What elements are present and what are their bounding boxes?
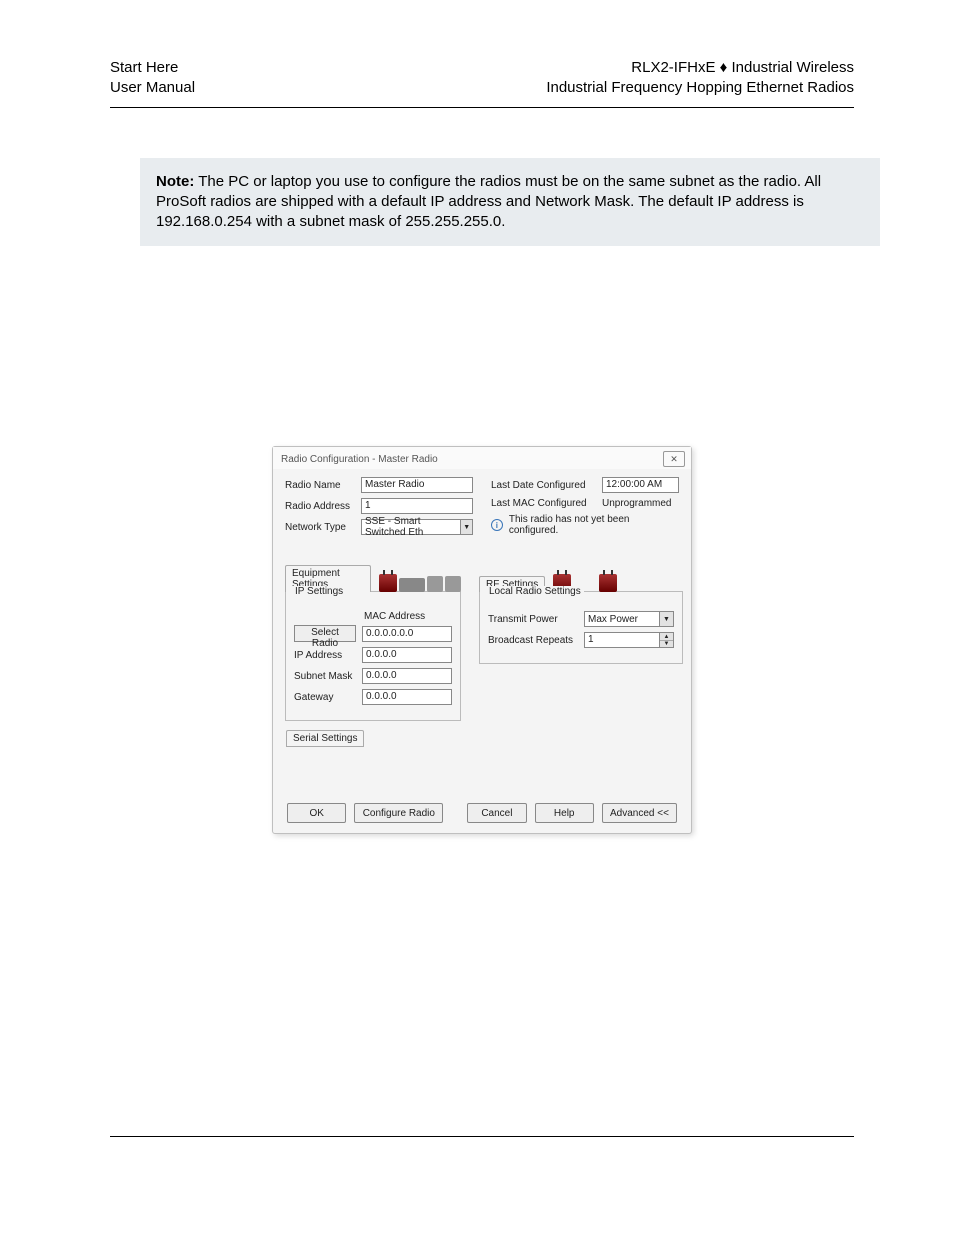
network-type-select[interactable]: SSE - Smart Switched Eth ▼	[361, 519, 473, 535]
last-date-label: Last Date Configured	[491, 480, 596, 491]
equipment-tab-icons	[379, 574, 461, 592]
top-fields: Radio Name Master Radio Radio Address 1 …	[285, 477, 679, 540]
header-rule	[110, 107, 854, 108]
radio-address-label: Radio Address	[285, 501, 355, 512]
serial-port-icon-2	[445, 576, 461, 592]
radio-config-dialog: Radio Configuration - Master Radio ✕ Rad…	[272, 446, 692, 834]
dialog-button-row: OK Configure Radio Cancel Help Advanced …	[285, 803, 679, 823]
transmit-power-label: Transmit Power	[488, 614, 578, 625]
equipment-tab-group: Equipment Settings IP Settings MAC Addre…	[285, 570, 461, 748]
broadcast-repeats-value: 1	[585, 633, 659, 647]
note-box: Note: The PC or laptop you use to config…	[140, 158, 880, 247]
radio-name-label: Radio Name	[285, 480, 355, 491]
chevron-down-icon: ▼	[659, 612, 673, 626]
transmit-power-value: Max Power	[588, 614, 638, 625]
serial-port-icon	[427, 576, 443, 592]
dialog-body: Radio Name Master Radio Radio Address 1 …	[273, 469, 691, 833]
cancel-button[interactable]: Cancel	[467, 803, 526, 823]
gateway-label: Gateway	[294, 692, 356, 703]
broadcast-repeats-label: Broadcast Repeats	[488, 635, 578, 646]
ip-address-label: IP Address	[294, 650, 356, 661]
advanced-button[interactable]: Advanced <<	[602, 803, 677, 823]
local-radio-fieldset: Local Radio Settings Transmit Power Max …	[479, 591, 683, 664]
last-mac-value: Unprogrammed	[602, 498, 679, 509]
info-text: This radio has not yet been configured.	[509, 514, 679, 536]
spin-up-icon[interactable]: ▲	[660, 633, 673, 641]
product-code: RLX2-IFHxE	[631, 59, 719, 76]
header-right-line2: Industrial Frequency Hopping Ethernet Ra…	[546, 78, 854, 98]
mac-address-input[interactable]: 0.0.0.0.0.0	[362, 626, 452, 642]
broadcast-repeats-spinner[interactable]: 1 ▲ ▼	[584, 632, 674, 648]
header-right-line1: RLX2-IFHxE ♦ Industrial Wireless	[546, 58, 854, 78]
dialog-title: Radio Configuration - Master Radio	[281, 454, 438, 465]
local-radio-legend: Local Radio Settings	[486, 586, 584, 597]
subnet-mask-input[interactable]: 0.0.0.0	[362, 668, 452, 684]
rf-tab-group: RF Settings Local Radio Settings Transmi…	[479, 570, 683, 748]
help-button[interactable]: Help	[535, 803, 594, 823]
spin-down-icon[interactable]: ▼	[660, 641, 673, 648]
select-radio-button[interactable]: Select Radio	[294, 625, 356, 642]
subnet-mask-label: Subnet Mask	[294, 671, 356, 682]
product-suffix: Industrial Wireless	[727, 59, 854, 76]
footer-rule	[110, 1136, 854, 1137]
dialog-titlebar: Radio Configuration - Master Radio ✕	[273, 447, 691, 469]
close-button[interactable]: ✕	[663, 451, 685, 467]
tab-serial-settings[interactable]: Serial Settings	[286, 730, 364, 747]
network-type-label: Network Type	[285, 522, 355, 533]
ip-settings-fieldset: IP Settings MAC Address Select Radio 0.0…	[285, 591, 461, 721]
header-right: RLX2-IFHxE ♦ Industrial Wireless Industr…	[546, 58, 854, 99]
note-label: Note:	[156, 173, 194, 190]
radio-address-input[interactable]: 1	[361, 498, 473, 514]
radio-device-icon-3	[599, 574, 617, 592]
tabs-row: Equipment Settings IP Settings MAC Addre…	[285, 570, 679, 748]
ip-address-input[interactable]: 0.0.0.0	[362, 647, 452, 663]
header-left-line2: User Manual	[110, 78, 195, 98]
serial-tab-wrap: Serial Settings	[285, 729, 461, 748]
note-text: The PC or laptop you use to configure th…	[156, 173, 821, 231]
radio-device-icon	[379, 574, 397, 592]
screenshot-wrap: Radio Configuration - Master Radio ✕ Rad…	[110, 446, 854, 834]
gateway-input[interactable]: 0.0.0.0	[362, 689, 452, 705]
header-left-line1: Start Here	[110, 58, 195, 78]
last-mac-label: Last MAC Configured	[491, 498, 596, 509]
network-type-value: SSE - Smart Switched Eth	[365, 516, 460, 538]
chevron-down-icon: ▼	[460, 520, 472, 534]
top-right-col: Last Date Configured 12:00:00 AM Last MA…	[491, 477, 679, 540]
top-left-col: Radio Name Master Radio Radio Address 1 …	[285, 477, 473, 540]
switch-icon	[399, 578, 425, 592]
info-row: i This radio has not yet been configured…	[491, 514, 679, 536]
radio-name-input[interactable]: Master Radio	[361, 477, 473, 493]
info-icon: i	[491, 519, 503, 531]
configure-radio-button[interactable]: Configure Radio	[354, 803, 443, 823]
last-date-value: 12:00:00 AM	[602, 477, 679, 493]
ok-button[interactable]: OK	[287, 803, 346, 823]
page-header: Start Here User Manual RLX2-IFHxE ♦ Indu…	[110, 58, 854, 99]
header-left: Start Here User Manual	[110, 58, 195, 99]
ip-settings-legend: IP Settings	[292, 586, 346, 597]
document-page: Start Here User Manual RLX2-IFHxE ♦ Indu…	[0, 0, 954, 1235]
transmit-power-select[interactable]: Max Power ▼	[584, 611, 674, 627]
mac-address-label: MAC Address	[364, 611, 452, 622]
